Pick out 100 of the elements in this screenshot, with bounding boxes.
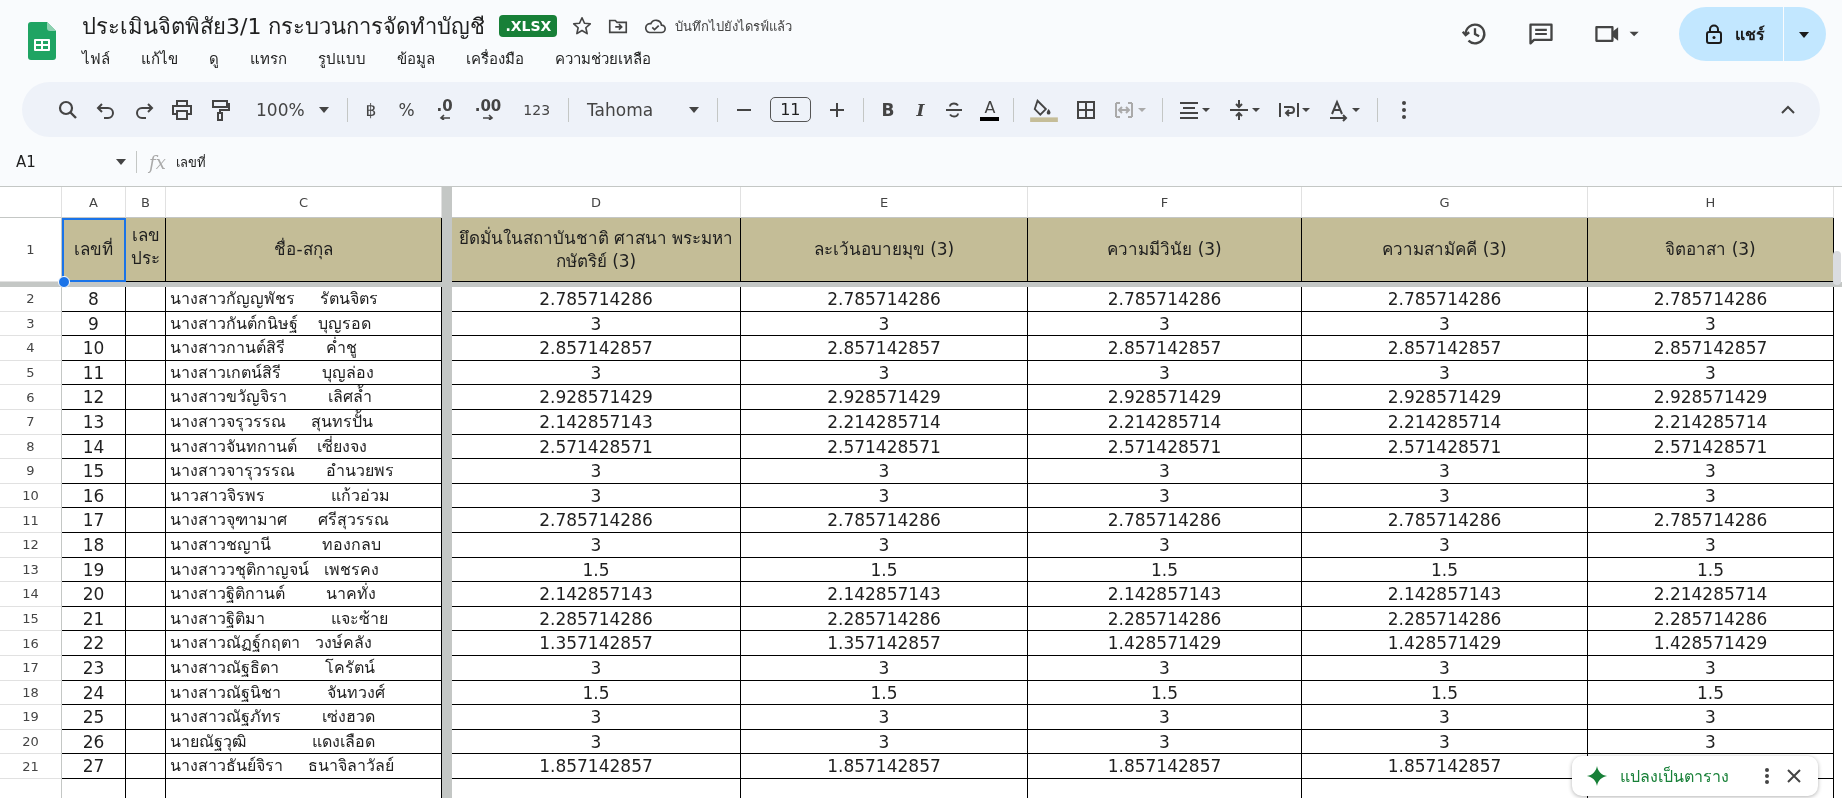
header-cell[interactable]: จิตอาสา (3) xyxy=(1588,218,1834,282)
table-cell: 9 xyxy=(62,311,126,337)
scrollbar-thumb[interactable] xyxy=(1833,251,1841,285)
row-header[interactable]: 2 xyxy=(0,287,62,312)
row-header[interactable]: 3 xyxy=(0,311,62,337)
document-title[interactable]: ประเมินจิตพิสัย3/1 กระบวนการจัดทำบัญชี xyxy=(82,8,486,44)
header-cell[interactable]: เลขที่ xyxy=(62,218,126,282)
row-header[interactable]: 17 xyxy=(0,655,62,681)
table-cell: 3 xyxy=(1588,483,1834,509)
table-cell: 3 xyxy=(1588,459,1834,484)
row-header[interactable]: 14 xyxy=(0,582,62,607)
print-icon[interactable] xyxy=(170,97,194,122)
font-dropdown[interactable]: Tahoma xyxy=(583,99,704,120)
name-box[interactable]: A1 xyxy=(0,153,126,171)
table-cell: 2.857142857 xyxy=(1302,336,1588,361)
table-cell: 14 xyxy=(62,434,126,460)
header-cell[interactable]: ชื่อ-สกุล xyxy=(166,218,442,282)
header-cell[interactable]: เลขประ xyxy=(126,218,166,282)
menu-item[interactable]: ความช่วยเหลือ xyxy=(555,47,651,71)
table-cell: 2.785714286 xyxy=(452,508,741,533)
table-cell: 3 xyxy=(1028,532,1302,558)
row-header[interactable]: 20 xyxy=(0,729,62,755)
row-header[interactable]: 4 xyxy=(0,336,62,361)
number-format-button[interactable]: 123 xyxy=(519,101,555,118)
table-cell: นางสาวกัญญพัชร รัตนจิตร xyxy=(166,287,442,312)
row-header[interactable]: 12 xyxy=(0,532,62,558)
star-icon[interactable] xyxy=(571,15,594,37)
row-header[interactable]: 21 xyxy=(0,754,62,779)
table-cell: 2.285714286 xyxy=(741,606,1028,632)
sheets-logo-icon[interactable] xyxy=(28,22,56,60)
table-cell: 1.5 xyxy=(1028,680,1302,706)
zoom-dropdown[interactable]: 100% xyxy=(252,99,333,120)
empty-cell xyxy=(126,483,166,509)
table-cell: นางสาวจุฑามาศ ศรีสุวรรณ xyxy=(166,508,442,533)
row-header[interactable]: 7 xyxy=(0,409,62,435)
row-header[interactable]: 16 xyxy=(0,631,62,656)
header-cell[interactable]: ความสามัคคี (3) xyxy=(1302,218,1588,282)
row-header[interactable]: 15 xyxy=(0,606,62,632)
table-cell: 1.5 xyxy=(741,557,1028,583)
row-header[interactable]: 13 xyxy=(0,557,62,583)
table-cell: 22 xyxy=(62,631,126,656)
row-header[interactable]: 1 xyxy=(0,218,62,282)
bold-button[interactable]: B xyxy=(877,99,899,120)
table-cell: นางสาวจันทกานต์ เซี่ยงจง xyxy=(166,434,442,460)
row-header[interactable]: 8 xyxy=(0,434,62,460)
caret-icon xyxy=(689,106,700,113)
menu-item[interactable]: แทรก xyxy=(250,47,287,71)
row-header[interactable]: 18 xyxy=(0,680,62,706)
text-color-button[interactable]: A xyxy=(980,98,1000,121)
row-header[interactable]: 9 xyxy=(0,459,62,484)
increase-decimal-button[interactable]: .00 xyxy=(470,99,506,120)
header-cell[interactable]: ยึดมั่นในสถาบันชาติ ศาสนา พระมหากษัตริย์ (3) xyxy=(452,218,741,282)
share-button[interactable]: แชร์ xyxy=(1679,7,1783,61)
table-cell: 2.785714286 xyxy=(452,287,741,312)
table-cell: 2.571428571 xyxy=(1588,434,1834,460)
menu-item[interactable]: เครื่องมือ xyxy=(466,47,524,71)
empty-cell xyxy=(126,360,166,386)
table-cell: 3 xyxy=(1028,360,1302,386)
table-cell: 3 xyxy=(741,311,1028,337)
convert-to-table-link[interactable]: แปลงเป็นตาราง xyxy=(1620,763,1729,789)
table-cell: 2.928571429 xyxy=(1028,385,1302,410)
table-cell: 2.785714286 xyxy=(1028,287,1302,312)
more-options-icon[interactable] xyxy=(1764,767,1770,785)
header-cell[interactable]: ความมีวินัย (3) xyxy=(1028,218,1302,282)
close-icon[interactable] xyxy=(1786,768,1802,784)
menu-item[interactable]: แก้ไข xyxy=(141,47,178,71)
row-header[interactable]: 19 xyxy=(0,705,62,730)
menu-item[interactable]: ข้อมูล xyxy=(397,47,435,71)
table-cell: 3 xyxy=(452,311,741,337)
table-cell: นางสาวขวัญจิรา เลิศล้ำ xyxy=(166,385,442,410)
table-cell: 11 xyxy=(62,360,126,386)
italic-button[interactable]: I xyxy=(912,99,929,120)
table-cell: 1.5 xyxy=(741,680,1028,706)
formula-input[interactable]: เลขที่ xyxy=(175,151,206,173)
table-cell: 2.571428571 xyxy=(452,434,741,460)
row-header[interactable]: 10 xyxy=(0,483,62,509)
decrease-decimal-button[interactable]: .0 xyxy=(432,99,457,120)
row-header[interactable]: 5 xyxy=(0,360,62,386)
percent-format-button[interactable]: % xyxy=(394,99,419,120)
header-cell[interactable]: ละเว้นอบายมุข (3) xyxy=(741,218,1028,282)
table-cell: นางสาวณัฐนิชา จันทวงศ์ xyxy=(166,680,442,706)
table-cell: 3 xyxy=(1028,655,1302,681)
table-cell: 2.142857143 xyxy=(1302,582,1588,607)
currency-format-button[interactable]: ฿ xyxy=(361,99,381,120)
menu-item[interactable]: รูปแบบ xyxy=(318,47,366,71)
table-cell: 12 xyxy=(62,385,126,410)
table-cell: 1.428571429 xyxy=(1028,631,1302,656)
row-header[interactable]: 6 xyxy=(0,385,62,410)
table-cell: นางสาวฐิติกานต์ นาคทั่ง xyxy=(166,582,442,607)
menu-item[interactable]: ไฟล์ xyxy=(82,47,110,71)
table-cell: 3 xyxy=(1588,729,1834,755)
caret-icon xyxy=(116,159,126,165)
row-header[interactable]: 11 xyxy=(0,508,62,533)
table-cell: 3 xyxy=(741,655,1028,681)
fill-color-icon[interactable] xyxy=(1028,97,1061,122)
table-cell: 2.214285714 xyxy=(1588,582,1834,607)
table-cell: 3 xyxy=(452,459,741,484)
table-cell: 17 xyxy=(62,508,126,533)
font-size-field[interactable]: 11 xyxy=(770,97,811,122)
menu-item[interactable]: ดู xyxy=(209,47,219,71)
